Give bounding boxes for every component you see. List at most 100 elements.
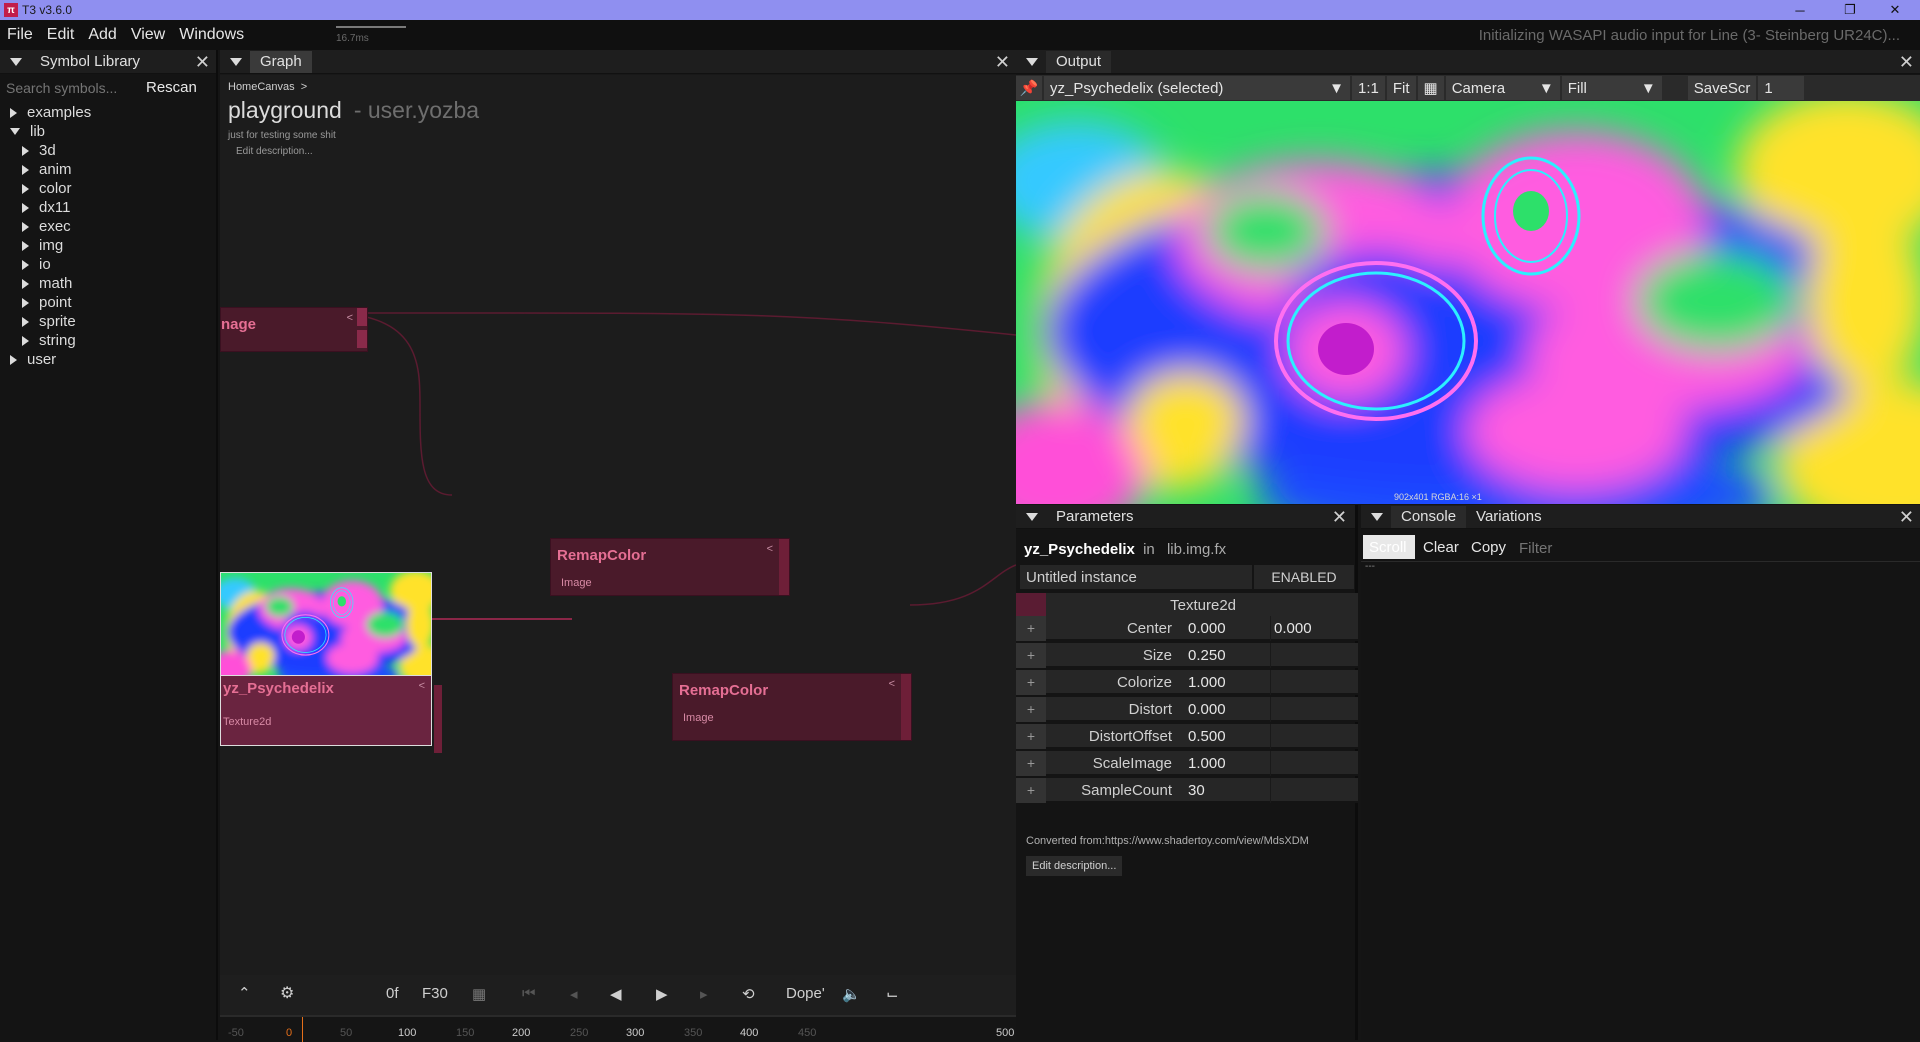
pin-icon[interactable]: 📌 xyxy=(1016,76,1042,100)
animate-plus-icon[interactable]: + xyxy=(1016,643,1046,668)
edit-description-link[interactable]: Edit description... xyxy=(236,146,313,157)
output-slot[interactable] xyxy=(357,308,367,326)
tab-parameters[interactable]: Parameters xyxy=(1046,506,1144,528)
tab-graph[interactable]: Graph xyxy=(250,50,312,73)
tree-item-string[interactable]: string xyxy=(22,332,76,349)
panel-menu-icon[interactable] xyxy=(10,57,22,66)
fill-selector[interactable]: Fill ▼ xyxy=(1561,76,1662,100)
param-value[interactable]: 1.000 xyxy=(1188,755,1226,772)
symbol-search-input[interactable] xyxy=(6,80,136,96)
node-yz-psychedelix[interactable]: yz_Psychedelix < Texture2d xyxy=(220,676,432,746)
close-icon[interactable]: ✕ xyxy=(195,52,210,72)
restore-button[interactable]: ❐ xyxy=(1830,0,1870,20)
fps-selector[interactable]: F30 xyxy=(422,985,448,1002)
output-slot[interactable] xyxy=(357,330,367,348)
animate-plus-icon[interactable]: + xyxy=(1016,778,1046,803)
output-slot[interactable] xyxy=(434,685,442,753)
param-row-distort[interactable]: + Distort 0.000 xyxy=(1016,697,1358,722)
graph-canvas[interactable]: HomeCanvas > playground - user.yozba just… xyxy=(220,75,1016,1015)
instance-name-input[interactable]: Untitled instance xyxy=(1020,565,1252,589)
copy-button[interactable]: Copy xyxy=(1465,535,1512,559)
screenshot-count-input[interactable]: 1 xyxy=(1758,76,1805,100)
menu-edit[interactable]: Edit xyxy=(40,26,82,44)
close-icon[interactable]: ✕ xyxy=(1332,507,1347,527)
settings-gear-icon[interactable]: ⚙ xyxy=(280,983,294,1003)
animate-plus-icon[interactable]: + xyxy=(1016,616,1046,641)
timeline-ruler[interactable]: -50 0 50 100 150 200 250 300 350 400 450… xyxy=(220,1015,1016,1042)
timeline-mode-selector[interactable]: Dope' xyxy=(786,985,825,1002)
param-value[interactable]: 0.000 xyxy=(1188,620,1226,637)
menu-windows[interactable]: Windows xyxy=(172,26,251,44)
animate-plus-icon[interactable]: + xyxy=(1016,751,1046,776)
camera-selector[interactable]: Camera ▼ xyxy=(1445,76,1560,100)
param-row-distortoffset[interactable]: + DistortOffset 0.500 xyxy=(1016,724,1358,749)
output-slot[interactable] xyxy=(779,539,789,595)
tree-item-examples[interactable]: examples xyxy=(10,104,91,121)
tree-item-anim[interactable]: anim xyxy=(22,161,72,178)
enabled-toggle[interactable]: ENABLED xyxy=(1254,565,1354,589)
console-filter-input[interactable] xyxy=(1513,537,1903,559)
tree-item-io[interactable]: io xyxy=(22,256,51,273)
node-image-partial[interactable]: nage < xyxy=(220,307,368,352)
tree-item-lib[interactable]: lib xyxy=(10,123,45,140)
keyframe-icon[interactable]: ⌙ xyxy=(886,985,899,1003)
background-grid-icon[interactable]: ▦ xyxy=(1417,76,1444,100)
playhead[interactable] xyxy=(302,1017,303,1042)
save-screenshot-button[interactable]: SaveScr xyxy=(1687,76,1757,100)
param-value[interactable]: 0.250 xyxy=(1188,647,1226,664)
param-row-scaleimage[interactable]: + ScaleImage 1.000 xyxy=(1016,751,1358,776)
jump-start-icon[interactable]: ⏮ xyxy=(522,985,536,1002)
animate-plus-icon[interactable]: + xyxy=(1016,724,1046,749)
breadcrumb[interactable]: HomeCanvas > xyxy=(228,81,307,93)
param-value[interactable]: 30 xyxy=(1188,782,1205,799)
tree-item-user[interactable]: user xyxy=(10,351,56,368)
param-value-2[interactable]: 0.000 xyxy=(1274,620,1312,637)
minimize-button[interactable]: ─ xyxy=(1780,0,1820,20)
rescan-button[interactable]: Rescan xyxy=(146,79,197,96)
param-row-colorize[interactable]: + Colorize 1.000 xyxy=(1016,670,1358,695)
panel-menu-icon[interactable] xyxy=(1371,512,1383,521)
collapse-timeline-icon[interactable]: ⌃ xyxy=(238,984,251,1002)
step-back-icon[interactable]: ◂ xyxy=(570,985,578,1003)
close-icon[interactable]: ✕ xyxy=(995,52,1010,72)
animate-plus-icon[interactable]: + xyxy=(1016,697,1046,722)
collapse-arrow-icon[interactable]: < xyxy=(767,543,773,555)
param-value[interactable]: 0.000 xyxy=(1188,701,1226,718)
panel-menu-icon[interactable] xyxy=(230,57,242,66)
tab-output[interactable]: Output xyxy=(1046,50,1112,73)
frame-counter[interactable]: 0f xyxy=(386,985,399,1002)
play-backward-icon[interactable]: ◀ xyxy=(610,985,622,1003)
audio-icon[interactable]: 🔈 xyxy=(842,985,861,1003)
loop-icon[interactable]: ⟲ xyxy=(742,985,755,1003)
node-remapcolor-2[interactable]: RemapColor < Image xyxy=(672,673,912,741)
grid-icon[interactable]: ▦ xyxy=(472,985,486,1003)
ratio-button[interactable]: 1:1 xyxy=(1352,76,1385,100)
tree-item-point[interactable]: point xyxy=(22,294,72,311)
view-selector[interactable]: yz_Psychedelix (selected) ▼ xyxy=(1044,76,1350,100)
panel-menu-icon[interactable] xyxy=(1026,512,1038,521)
tree-item-sprite[interactable]: sprite xyxy=(22,313,76,330)
render-output[interactable]: 902x401 RGBA:16 ×1 xyxy=(1016,101,1920,504)
param-row-samplecount[interactable]: + SampleCount 30 xyxy=(1016,778,1358,803)
panel-menu-icon[interactable] xyxy=(1026,57,1038,66)
output-slot[interactable] xyxy=(901,674,911,740)
tree-item-dx11[interactable]: dx11 xyxy=(22,199,70,216)
node-remapcolor-1[interactable]: RemapColor < Image xyxy=(550,538,790,596)
param-value[interactable]: 0.500 xyxy=(1188,728,1226,745)
fit-button[interactable]: Fit xyxy=(1386,76,1416,100)
tree-item-3d[interactable]: 3d xyxy=(22,142,56,159)
param-row-size[interactable]: + Size 0.250 xyxy=(1016,643,1358,668)
tab-symbol-library[interactable]: Symbol Library xyxy=(30,51,150,73)
menu-add[interactable]: Add xyxy=(81,26,123,44)
tree-item-math[interactable]: math xyxy=(22,275,72,292)
edit-description-button[interactable]: Edit description... xyxy=(1026,856,1123,876)
play-icon[interactable]: ▶ xyxy=(656,985,668,1003)
close-icon[interactable]: ✕ xyxy=(1899,507,1914,527)
tree-item-exec[interactable]: exec xyxy=(22,218,71,235)
scroll-toggle[interactable]: Scroll xyxy=(1363,535,1415,559)
collapse-arrow-icon[interactable]: < xyxy=(889,678,895,690)
param-row-center[interactable]: + Center 0.000 0.000 xyxy=(1016,616,1358,641)
close-window-button[interactable]: ✕ xyxy=(1875,0,1915,20)
breadcrumb-home[interactable]: HomeCanvas xyxy=(228,81,295,93)
collapse-arrow-icon[interactable]: < xyxy=(419,680,425,692)
